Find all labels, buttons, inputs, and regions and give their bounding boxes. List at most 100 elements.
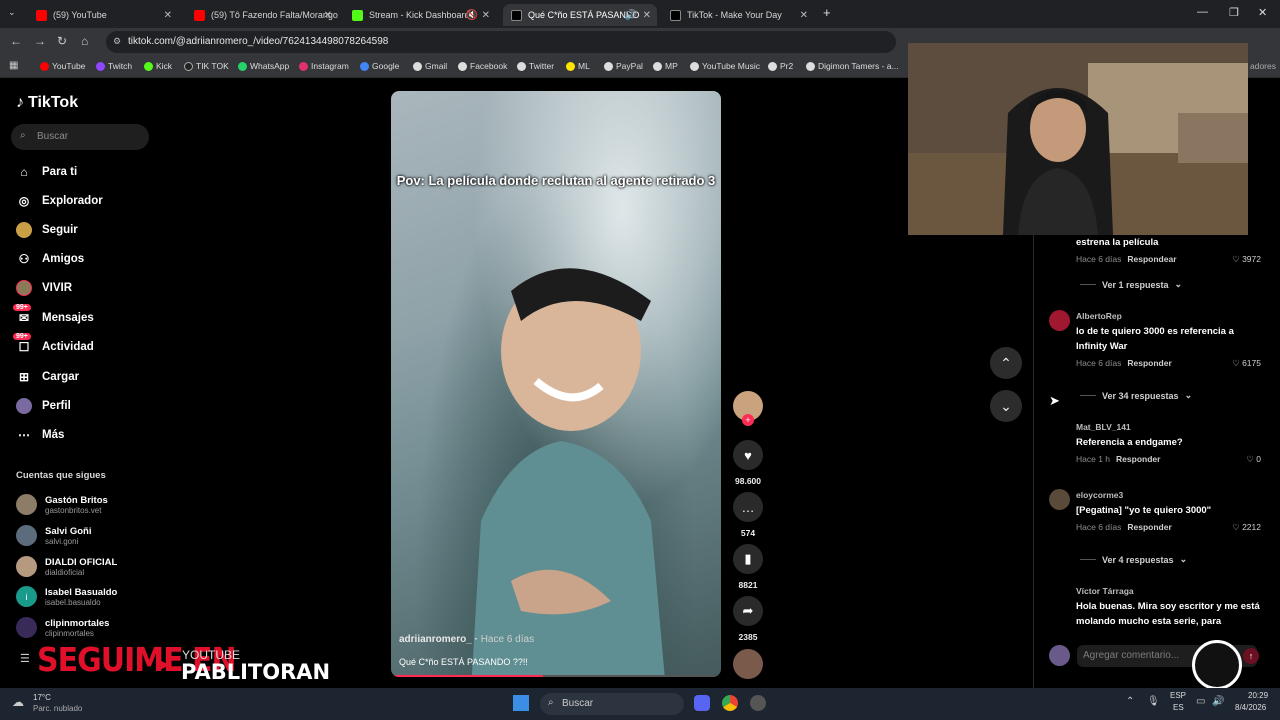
bookmark-kick[interactable]: Kick: [144, 61, 172, 71]
mute-icon[interactable]: 🔇: [466, 10, 478, 21]
comment-likes[interactable]: ♡ 2212: [1232, 522, 1261, 533]
following-account[interactable]: i Isabel Basualdo isabel.basualdo: [16, 586, 117, 607]
comment-likes[interactable]: ♡ 3972: [1232, 254, 1261, 265]
bookmark-google[interactable]: Google: [360, 61, 399, 71]
follow-plus-icon[interactable]: +: [742, 414, 754, 426]
close-icon[interactable]: ✕: [482, 10, 490, 21]
windows-start-icon[interactable]: [513, 695, 529, 711]
bookmark-tiktok[interactable]: TIK TOK: [184, 61, 229, 71]
view-replies-button[interactable]: Ver 34 respuestas ⌄: [1080, 390, 1192, 401]
reply-button[interactable]: Respondear: [1127, 254, 1176, 264]
following-account[interactable]: Salvi Goñi salvi.goni: [16, 525, 91, 546]
bookmark-gmail[interactable]: Gmail: [413, 61, 447, 71]
comment-likes[interactable]: ♡ 0: [1246, 454, 1261, 465]
network-icon[interactable]: ▭: [1196, 696, 1205, 707]
view-replies-button[interactable]: Ver 4 respuestas ⌄: [1080, 554, 1187, 565]
send-icon[interactable]: ↑: [1243, 648, 1259, 664]
clock-time[interactable]: 20:29: [1248, 691, 1268, 700]
close-icon[interactable]: ✕: [164, 10, 172, 21]
bookmark-whatsapp[interactable]: WhatsApp: [238, 61, 289, 71]
microphone-icon[interactable]: 🎙: [1147, 696, 1160, 707]
reply-button[interactable]: Responder: [1127, 358, 1171, 368]
app-icon[interactable]: [750, 695, 766, 711]
search-input[interactable]: ⌕ Buscar: [11, 124, 149, 150]
tab-tiktok-home[interactable]: TikTok - Make Your Day ✕: [662, 4, 814, 26]
menu-icon[interactable]: ☰: [20, 652, 30, 665]
bookmark-mp[interactable]: MP: [653, 61, 678, 71]
video-author[interactable]: adriianromero_ · Hace 6 días: [399, 634, 534, 645]
nav-seguir[interactable]: Seguir: [16, 220, 78, 240]
nav-amigos[interactable]: ⚇ Amigos: [16, 249, 85, 269]
comment-likes[interactable]: ♡ 6175: [1232, 358, 1261, 369]
new-tab-icon[interactable]: +: [823, 5, 831, 20]
taskbar-search[interactable]: ⌕ Buscar: [540, 693, 684, 715]
comment-user[interactable]: Víctor Tárraga: [1076, 586, 1261, 596]
bookmark-twitter[interactable]: Twitter: [517, 61, 554, 71]
author-avatar-button[interactable]: +: [733, 391, 763, 426]
nav-cargar[interactable]: ⊞ Cargar: [16, 367, 79, 387]
language-code[interactable]: ESP: [1170, 691, 1186, 700]
avatar[interactable]: [1049, 489, 1070, 510]
comment-user[interactable]: Mat_BLV_141: [1076, 422, 1261, 432]
apps-icon[interactable]: ▦: [9, 60, 18, 71]
view-replies-button[interactable]: Ver 1 respuesta ⌄: [1080, 279, 1182, 290]
close-window-icon[interactable]: ✕: [1258, 6, 1267, 19]
following-account[interactable]: Gastón Britos gastonbritos.vet: [16, 494, 108, 515]
nav-perfil[interactable]: Perfil: [16, 396, 71, 416]
address-bar[interactable]: ⚙ tiktok.com/@adriianromero_/video/76241…: [106, 31, 896, 53]
reply-button[interactable]: Responder: [1127, 522, 1171, 532]
previous-video-button[interactable]: ⌃: [990, 347, 1022, 379]
tab-youtube-video[interactable]: (59) Tô Fazendo Falta/Morango ✕: [186, 4, 338, 26]
bookmark-pr2[interactable]: Pr2: [768, 61, 793, 71]
discord-icon[interactable]: [694, 695, 710, 711]
avatar[interactable]: [1049, 310, 1070, 331]
tab-kick-dashboard[interactable]: Stream - Kick Dashboard 🔇 ✕: [344, 4, 496, 26]
bookmark-youtube-music[interactable]: YouTube Music: [690, 61, 760, 71]
reply-button[interactable]: Responder: [1116, 454, 1160, 464]
tiktok-logo[interactable]: ♪ TikTok: [16, 94, 78, 112]
bookmark-instagram[interactable]: Instagram: [299, 61, 349, 71]
comment-button[interactable]: … 574: [733, 492, 763, 538]
nav-para-ti[interactable]: ⌂ Para ti: [16, 162, 77, 182]
nav-mensajes[interactable]: ✉ 99+ Mensajes: [13, 304, 94, 328]
next-video-button[interactable]: ⌄: [990, 390, 1022, 422]
bookmark-digimon[interactable]: Digimon Tamers - a...: [806, 61, 899, 71]
bookmark-paypal[interactable]: PayPal: [604, 61, 643, 71]
clock-date[interactable]: 8/4/2026: [1235, 703, 1266, 712]
reload-icon[interactable]: ↻: [57, 34, 67, 48]
home-icon[interactable]: ⌂: [81, 34, 88, 48]
comment-user[interactable]: eloycorme3: [1076, 490, 1261, 500]
tab-youtube[interactable]: (59) YouTube ✕: [28, 4, 178, 26]
bookmark-twitch[interactable]: Twitch: [96, 61, 132, 71]
close-icon[interactable]: ✕: [643, 10, 651, 21]
forward-icon[interactable]: →: [34, 34, 46, 48]
minimize-icon[interactable]: —: [1197, 6, 1208, 18]
bookmarks-overflow[interactable]: adores: [1250, 61, 1276, 71]
bookmark-ml[interactable]: ML: [566, 61, 590, 71]
nav-explorador[interactable]: ◎ Explorador: [16, 191, 103, 211]
tray-chevron-icon[interactable]: ⌃: [1126, 696, 1134, 707]
like-button[interactable]: ♥ 98.600: [733, 440, 763, 486]
restore-icon[interactable]: ❐: [1229, 6, 1239, 19]
save-button[interactable]: ▮ 8821: [733, 544, 763, 590]
nav-mas[interactable]: ⋯ Más: [16, 425, 64, 445]
share-button[interactable]: ➦ 2385: [733, 596, 763, 642]
tab-list-icon[interactable]: ⌄: [8, 7, 16, 18]
weather-icon[interactable]: ☁: [12, 695, 24, 709]
close-icon[interactable]: ✕: [800, 10, 808, 21]
video-progress-bar[interactable]: [391, 675, 721, 677]
following-account[interactable]: clipinmortales clipinmortales: [16, 617, 109, 638]
music-disc[interactable]: [733, 649, 763, 679]
back-icon[interactable]: ←: [10, 34, 22, 48]
comment-user[interactable]: AlbertoRep: [1076, 311, 1261, 321]
tab-tiktok-video[interactable]: Qué C*ño ESTÁ PASANDO 🔊 ✕: [503, 4, 657, 26]
nav-actividad[interactable]: ☐ 99+ Actividad: [13, 333, 94, 357]
close-icon[interactable]: ✕: [324, 10, 332, 21]
volume-icon[interactable]: 🔊: [1212, 696, 1224, 707]
chrome-icon[interactable]: [722, 695, 738, 711]
bookmark-youtube[interactable]: YouTube: [40, 61, 85, 71]
keyboard-layout[interactable]: ES: [1173, 703, 1184, 712]
speaker-icon[interactable]: 🔊: [625, 10, 637, 21]
bookmark-facebook[interactable]: Facebook: [458, 61, 507, 71]
nav-vivir[interactable]: VIVIR: [16, 278, 72, 298]
